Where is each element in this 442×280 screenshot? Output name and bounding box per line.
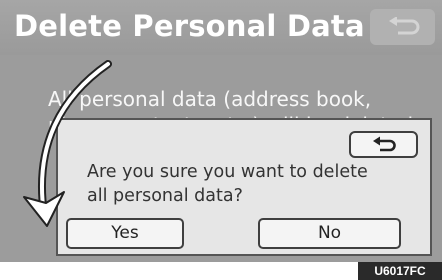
- figure-code: U6017FC: [358, 262, 442, 280]
- page-title: Delete Personal Data: [14, 9, 365, 43]
- title-back-button[interactable]: [370, 9, 435, 45]
- yes-button[interactable]: Yes: [66, 218, 184, 249]
- title-bar: Delete Personal Data: [0, 0, 442, 55]
- confirm-dialog: Are you sure you want to delete all pers…: [56, 118, 432, 256]
- nav-screen: Delete Personal Data All personal data (…: [0, 0, 442, 262]
- return-arrow-icon: [373, 136, 396, 152]
- confirm-message-line: all personal data?: [87, 186, 243, 206]
- dialog-back-button[interactable]: [349, 131, 418, 158]
- no-button[interactable]: No: [258, 218, 401, 249]
- confirm-message-line: Are you sure you want to delete: [87, 162, 368, 182]
- background-message-line: All personal data (address book,: [48, 87, 372, 111]
- return-arrow-icon: [389, 17, 420, 35]
- confirm-message: Are you sure you want to delete all pers…: [87, 160, 407, 208]
